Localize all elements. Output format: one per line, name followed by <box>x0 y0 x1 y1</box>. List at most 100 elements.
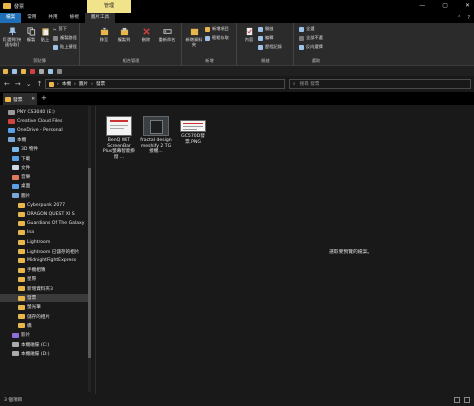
help-icon[interactable]: ? <box>467 15 470 21</box>
file-list: BenQ WiT ScreenBar Plus螢幕智能掛燈 ... fracta… <box>95 106 474 394</box>
nav-item-label: 文件 <box>21 165 31 171</box>
history-button[interactable]: 歷程記錄 <box>258 44 282 50</box>
nav-item-label: 發票 <box>27 296 37 301</box>
maximize-button[interactable]: ▢ <box>442 2 448 9</box>
invert-selection-icon <box>299 44 304 50</box>
nav-item[interactable]: 手機相簿 <box>0 266 88 274</box>
nav-item[interactable]: Lightroom <box>0 238 88 246</box>
explorer-tab[interactable]: 發票 ✕ <box>3 93 37 105</box>
breadcrumb-pc[interactable]: 本機 <box>62 81 71 87</box>
file-item[interactable]: GC570D發票.PNG <box>176 116 210 145</box>
nav-item[interactable]: 下載 <box>0 155 88 163</box>
nav-item-label: 本機 <box>17 137 27 143</box>
nav-item[interactable]: 圖片 <box>0 192 88 200</box>
copy-path-button[interactable]: 複製路徑 <box>53 35 77 41</box>
easy-access-button[interactable]: 輕鬆存取 <box>205 35 229 41</box>
file-item[interactable]: BenQ WiT ScreenBar Plus螢幕智能掛燈 ... <box>102 116 136 160</box>
scissors-icon: ✂ <box>53 26 57 32</box>
nav-item[interactable]: 螢光筆 <box>0 303 88 311</box>
close-button[interactable]: ✕ <box>465 2 470 9</box>
cut-button[interactable]: ✂ 剪下 <box>53 26 67 32</box>
close-icon[interactable]: ✕ <box>31 97 35 102</box>
new-item-button[interactable]: 新增項目 <box>205 26 229 32</box>
copy-to-button[interactable]: 複製到 <box>115 27 133 42</box>
folder-icon <box>18 211 25 217</box>
rename-button[interactable]: 重新命名 <box>155 27 179 42</box>
breadcrumb-invoices[interactable]: 發票 <box>96 81 105 87</box>
open-button[interactable]: 開啟 <box>258 26 273 32</box>
up-arrow-icon[interactable]: ↑ <box>37 80 43 88</box>
nav-item-label: 本機磁碟 (C:) <box>21 342 50 348</box>
pin-quick-access-button[interactable]: 釘選到[快速存取] <box>2 27 22 47</box>
chevron-down-icon[interactable]: ⌄ <box>26 80 32 88</box>
nav-item[interactable]: 發票 <box>0 294 88 302</box>
forward-arrow-icon[interactable]: → <box>15 80 21 88</box>
nav-item[interactable]: 桌面 <box>0 182 88 190</box>
new-item-icon <box>205 26 210 32</box>
new-folder-button[interactable]: 新增資料夾 <box>185 27 203 47</box>
nav-item[interactable]: MidnightFightExpress <box>0 257 88 265</box>
manage-tab[interactable]: 管理 <box>87 0 131 13</box>
large-icons-view-icon[interactable] <box>464 397 470 403</box>
new-tab-button[interactable]: + <box>41 94 47 102</box>
nav-item[interactable]: 新增資料夾3 <box>0 285 88 293</box>
nav-scrollbar-thumb[interactable] <box>88 168 91 358</box>
dropdown-icon[interactable] <box>57 68 62 74</box>
onedrive-icon <box>8 128 15 134</box>
nav-item[interactable]: Creative Cloud Files <box>0 117 88 125</box>
folder-icon <box>18 267 25 273</box>
view-icon[interactable] <box>48 68 53 74</box>
open-group-label: 開啟 <box>261 58 270 63</box>
disk-icon <box>12 351 19 357</box>
paste-button[interactable]: 貼上 <box>38 27 52 42</box>
nav-item[interactable]: 橋 <box>0 322 88 330</box>
tab-picture-tools[interactable]: 圖片工具 <box>84 13 116 23</box>
nav-item[interactable]: OneDrive - Personal <box>0 127 88 135</box>
nav-item[interactable]: DRAGON QUEST XI S <box>0 210 88 218</box>
nav-item[interactable]: 音樂 <box>0 173 88 181</box>
tab-share[interactable]: 共用 <box>42 13 63 23</box>
nav-arrows: ← → ⌄ ↑ <box>4 80 43 88</box>
folder-icon <box>18 230 25 236</box>
nav-item[interactable]: Guardians Of The Galaxy <box>0 220 88 228</box>
select-none-button[interactable]: 全部不選 <box>299 35 323 41</box>
tab-file[interactable]: 檔案 <box>0 13 22 23</box>
nav-item[interactable]: Ina <box>0 229 88 237</box>
select-all-button[interactable]: 全選 <box>299 26 314 32</box>
nav-item[interactable]: 儲存的相片 <box>0 313 88 321</box>
back-arrow-icon[interactable]: ← <box>4 80 10 88</box>
copy-button[interactable]: 複製 <box>24 27 38 42</box>
undo-icon[interactable] <box>30 68 35 74</box>
nav-item[interactable]: PNY CS3040 (E:) <box>0 108 88 116</box>
nav-item[interactable]: 本機磁碟 (C:) <box>0 341 88 349</box>
move-to-button[interactable]: 移至 <box>95 27 113 42</box>
file-item[interactable]: fractal design meshify 2 TG 接機... <box>139 116 173 155</box>
delete-button[interactable]: 刪除 <box>139 27 153 42</box>
address-bar[interactable]: › 本機 › 圖片 › 發票 <box>45 79 285 89</box>
customize-icon[interactable] <box>39 68 44 74</box>
nav-item[interactable]: 文件 <box>0 164 88 172</box>
nav-item-label: Ina <box>27 230 35 236</box>
nav-item[interactable]: 本機磁碟 (D:) <box>0 350 88 358</box>
details-view-icon[interactable] <box>454 397 460 403</box>
tab-home[interactable]: 常用 <box>21 13 42 23</box>
paste-shortcut-button[interactable]: 貼上捷徑 <box>53 44 77 50</box>
tab-view[interactable]: 檢視 <box>64 13 85 23</box>
nav-item[interactable]: 影片 <box>0 331 88 339</box>
minimize-button[interactable]: — <box>419 2 425 9</box>
nav-item[interactable]: 星際 <box>0 275 88 283</box>
file-thumbnail <box>106 116 132 136</box>
nav-item[interactable]: 本機 <box>0 136 88 144</box>
new-folder-icon[interactable] <box>21 68 26 74</box>
pin-icon <box>8 27 16 36</box>
nav-item[interactable]: Cyberpunk 2077 <box>0 201 88 209</box>
invert-selection-button[interactable]: 反向選擇 <box>299 44 323 50</box>
properties-button[interactable]: 內容 <box>242 27 256 42</box>
breadcrumb-pictures[interactable]: 圖片 <box>79 81 88 87</box>
collapse-ribbon-icon[interactable]: ⌃ <box>457 15 461 21</box>
search-input[interactable]: ⌕ 搜尋 發票 <box>289 79 471 89</box>
properties-icon[interactable] <box>12 68 17 74</box>
edit-button[interactable]: 編輯 <box>258 35 273 41</box>
nav-item[interactable]: Lightroom 已儲存的相片 <box>0 248 88 256</box>
nav-item[interactable]: 3D 物件 <box>0 145 88 153</box>
